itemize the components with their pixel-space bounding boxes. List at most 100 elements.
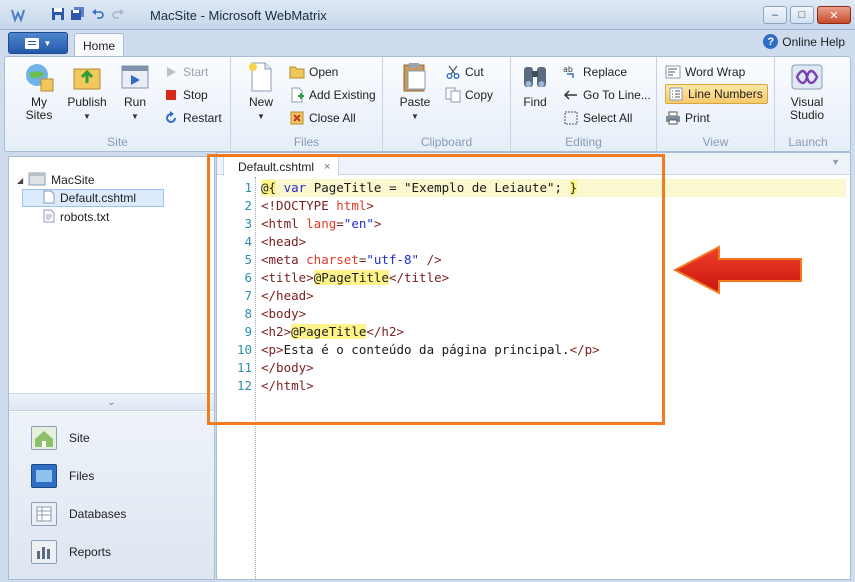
ribbon-tab-row: ▼ Home ? Online Help [0, 30, 855, 57]
paste-icon [399, 61, 431, 93]
file-icon [43, 209, 55, 226]
workspace-files[interactable]: Files [31, 462, 94, 490]
chevron-down-icon: ▼ [43, 38, 52, 48]
paste-label: Paste [399, 95, 431, 109]
publish-button[interactable]: Publish ▼ [65, 61, 109, 123]
go-to-line-icon [563, 87, 579, 103]
online-help-link[interactable]: ? Online Help [763, 34, 845, 49]
word-wrap-icon [665, 64, 681, 80]
cut-button[interactable]: Cut [445, 62, 484, 82]
save-icon[interactable] [50, 6, 66, 22]
chevron-down-icon: ⌄ [107, 396, 116, 408]
workspace-databases-label: Databases [69, 507, 127, 521]
files-icon [31, 464, 57, 488]
minimize-button[interactable]: – [763, 6, 787, 24]
select-all-icon [563, 110, 579, 126]
copy-label: Copy [465, 88, 494, 102]
webmatrix-app-icon[interactable] [10, 7, 26, 23]
file-icon [43, 190, 55, 207]
group-label-launch: Launch [788, 135, 828, 149]
find-label: Find [523, 95, 547, 109]
stop-button[interactable]: Stop [163, 85, 208, 105]
visual-studio-button[interactable]: Visual Studio [779, 61, 835, 122]
ribbon-group-editing: Find ab Replace Go To Line... Select All… [511, 57, 657, 151]
replace-button[interactable]: ab Replace [563, 62, 627, 82]
application-menu-button[interactable]: ▼ [8, 32, 68, 54]
ribbon-group-clipboard: Paste ▼ Cut Copy Clipboard [383, 57, 511, 151]
tree-item-robots-txt[interactable]: robots.txt [43, 208, 109, 226]
window-title: MacSite - Microsoft WebMatrix [150, 8, 327, 23]
binoculars-icon [519, 61, 551, 93]
annotation-arrow [673, 245, 802, 295]
close-all-button[interactable]: Close All [289, 108, 356, 128]
workspace-reports-label: Reports [69, 545, 112, 559]
save-all-icon[interactable] [70, 6, 86, 22]
pane-splitter[interactable]: ⌄ [9, 393, 214, 411]
my-sites-button[interactable]: My Sites [17, 61, 61, 122]
print-button[interactable]: Print [665, 108, 710, 128]
tree-item-label: robots.txt [60, 210, 110, 224]
stop-label: Stop [183, 88, 208, 102]
replace-label: Replace [583, 65, 628, 79]
word-wrap-button[interactable]: Word Wrap [665, 62, 745, 82]
open-button[interactable]: Open [289, 62, 338, 82]
online-help-label: Online Help [782, 34, 845, 49]
chevron-down-icon: ▼ [83, 112, 91, 121]
copy-button[interactable]: Copy [445, 85, 493, 105]
maximize-button[interactable]: □ [790, 6, 814, 24]
go-to-line-button[interactable]: Go To Line... [563, 85, 651, 105]
title-bar: MacSite - Microsoft WebMatrix – □ ✕ [0, 0, 855, 30]
cut-label: Cut [465, 65, 484, 79]
site-folder-icon [28, 172, 46, 189]
restart-button[interactable]: Restart [163, 108, 222, 128]
run-button[interactable]: Run ▼ [113, 61, 157, 123]
group-label-site: Site [107, 135, 128, 149]
undo-icon[interactable] [90, 6, 106, 22]
close-all-icon [289, 110, 305, 126]
chevron-down-icon: ▼ [257, 112, 265, 121]
copy-icon [445, 87, 461, 103]
tab-home[interactable]: Home [74, 33, 124, 57]
window-controls: – □ ✕ [763, 6, 851, 24]
go-to-line-label: Go To Line... [583, 88, 651, 102]
start-button[interactable]: Start [163, 62, 208, 82]
tree-item-default-cshtml[interactable]: Default.cshtml [22, 189, 164, 207]
add-existing-button[interactable]: Add Existing [289, 85, 376, 105]
workspace-databases[interactable]: Databases [31, 500, 126, 528]
file-tree: ◢ MacSite Default.cshtml robots.txt [9, 157, 214, 393]
redo-icon[interactable] [110, 6, 126, 22]
my-sites-label: My Sites [25, 95, 53, 122]
collapse-triangle-icon[interactable]: ◢ [17, 176, 23, 185]
chevron-down-icon[interactable]: ▼ [831, 157, 840, 167]
ribbon-group-view: Word Wrap Line Numbers Print View [657, 57, 775, 151]
line-numbers-button[interactable]: Line Numbers [665, 84, 768, 104]
paste-button[interactable]: Paste ▼ [393, 61, 437, 123]
my-sites-icon [23, 61, 55, 93]
ribbon-group-launch: Visual Studio Launch [775, 57, 841, 151]
find-button[interactable]: Find [513, 61, 557, 109]
tree-item-label: Default.cshtml [60, 191, 137, 205]
publish-label: Publish [67, 95, 107, 109]
new-label: New [248, 95, 273, 109]
run-label: Run [123, 95, 146, 109]
workspace-site[interactable]: Site [31, 424, 90, 452]
start-label: Start [183, 65, 209, 79]
quick-access-toolbar [50, 6, 126, 22]
tree-node-site-root[interactable]: ◢ MacSite [17, 171, 95, 189]
close-all-label: Close All [309, 111, 356, 125]
navigation-pane: ◢ MacSite Default.cshtml robots.txt ⌄ Si… [8, 156, 215, 580]
workspace-selector: Site Files Databases Reports [9, 412, 214, 579]
workspace-reports[interactable]: Reports [31, 538, 111, 566]
reports-icon [31, 540, 57, 564]
stop-icon [163, 87, 179, 103]
new-file-icon [245, 61, 277, 93]
add-existing-icon [289, 87, 305, 103]
help-icon: ? [763, 34, 779, 49]
play-icon [163, 64, 179, 80]
print-label: Print [685, 111, 710, 125]
site-icon [31, 426, 57, 450]
select-all-button[interactable]: Select All [563, 108, 632, 128]
close-button[interactable]: ✕ [817, 6, 851, 24]
restart-label: Restart [183, 111, 222, 125]
new-button[interactable]: New ▼ [239, 61, 283, 123]
